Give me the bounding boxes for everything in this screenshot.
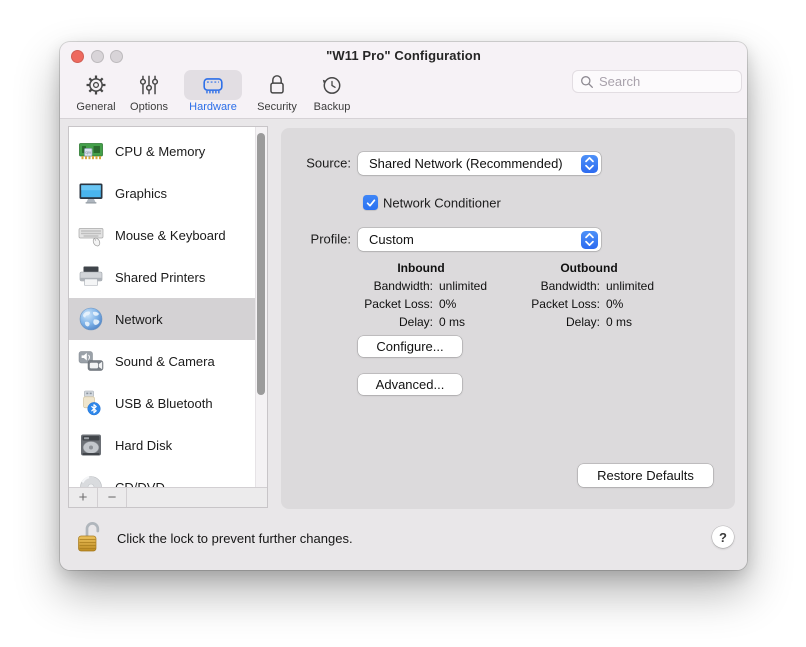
sidebar-item-label: Sound & Camera bbox=[115, 354, 215, 369]
sidebar-item-label: CD/DVD bbox=[115, 480, 165, 488]
sidebar-add-remove-bar: + − bbox=[69, 487, 267, 507]
profile-label: Profile: bbox=[311, 232, 351, 247]
network-conditioner-checkbox[interactable] bbox=[363, 195, 378, 210]
sidebar-item-usb-bluetooth[interactable]: USB & Bluetooth bbox=[69, 382, 256, 424]
sidebar-scrollbar-thumb[interactable] bbox=[257, 133, 265, 395]
stat-value: 0 ms bbox=[439, 315, 487, 329]
keyboard-mouse-icon bbox=[78, 222, 104, 248]
configuration-window: "W11 Pro" Configuration G bbox=[60, 42, 747, 570]
sidebar-scrollbar-track[interactable] bbox=[255, 127, 267, 487]
screenshot-stage: "W11 Pro" Configuration G bbox=[0, 0, 806, 647]
sidebar-item-label: Graphics bbox=[115, 186, 167, 201]
globe-icon bbox=[78, 306, 104, 332]
hardware-sidebar: cpu CPU & Memory bbox=[68, 126, 268, 508]
stat-value: 0% bbox=[439, 297, 487, 311]
sidebar-item-label: Shared Printers bbox=[115, 270, 205, 285]
tab-hardware-label: Hardware bbox=[189, 101, 237, 113]
sidebar-item-label: USB & Bluetooth bbox=[115, 396, 213, 411]
ram-icon: cpu bbox=[78, 138, 104, 164]
sidebar-item-shared-printers[interactable]: Shared Printers bbox=[69, 256, 256, 298]
stat-label: Packet Loss: bbox=[349, 297, 433, 311]
sidebar-item-graphics[interactable]: Graphics bbox=[69, 172, 256, 214]
stat-label: Bandwidth: bbox=[516, 279, 600, 293]
disc-icon bbox=[78, 474, 104, 487]
check-icon bbox=[365, 197, 377, 209]
monitor-icon bbox=[78, 180, 104, 206]
printer-icon bbox=[78, 264, 104, 290]
profile-dropdown[interactable]: Custom bbox=[358, 228, 601, 251]
time-machine-icon bbox=[300, 70, 364, 100]
search-field[interactable] bbox=[572, 70, 742, 93]
tab-backup-label: Backup bbox=[314, 101, 351, 113]
help-button[interactable]: ? bbox=[712, 526, 734, 548]
window-chrome: "W11 Pro" Configuration G bbox=[60, 42, 747, 119]
source-value: Shared Network (Recommended) bbox=[369, 156, 563, 171]
svg-text:cpu: cpu bbox=[85, 150, 91, 154]
hard-disk-icon bbox=[78, 432, 104, 458]
tab-backup[interactable]: Backup bbox=[300, 70, 364, 116]
tab-security-label: Security bbox=[257, 101, 297, 113]
stat-label: Packet Loss: bbox=[516, 297, 600, 311]
lock-hint-text: Click the lock to prevent further change… bbox=[117, 531, 353, 546]
source-label: Source: bbox=[306, 156, 351, 171]
stepper-icon bbox=[581, 231, 598, 249]
source-dropdown[interactable]: Shared Network (Recommended) bbox=[358, 152, 601, 175]
sidebar-item-label: CPU & Memory bbox=[115, 144, 205, 159]
outbound-header: Outbound bbox=[560, 261, 617, 275]
sidebar-item-cpu-memory[interactable]: cpu CPU & Memory bbox=[69, 130, 256, 172]
stat-value: 0% bbox=[606, 297, 654, 311]
stat-value: unlimited bbox=[606, 279, 654, 293]
inbound-header: Inbound bbox=[397, 261, 444, 275]
sidebar-item-mouse-keyboard[interactable]: Mouse & Keyboard bbox=[69, 214, 256, 256]
sidebar-item-network[interactable]: Network bbox=[69, 298, 256, 340]
sidebar-item-label: Network bbox=[115, 312, 163, 327]
stat-label: Delay: bbox=[516, 315, 600, 329]
stat-label: Bandwidth: bbox=[349, 279, 433, 293]
configure-button[interactable]: Configure... bbox=[358, 336, 462, 357]
window-title: "W11 Pro" Configuration bbox=[60, 42, 747, 69]
inbound-stats: Bandwidth: unlimited Packet Loss: 0% Del… bbox=[349, 279, 487, 329]
tab-general-label: General bbox=[76, 101, 115, 113]
usb-bluetooth-icon bbox=[78, 390, 104, 416]
tab-options-label: Options bbox=[130, 101, 168, 113]
sidebar-item-label: Mouse & Keyboard bbox=[115, 228, 226, 243]
stat-label: Delay: bbox=[349, 315, 433, 329]
stepper-icon bbox=[581, 155, 598, 173]
outbound-stats: Bandwidth: unlimited Packet Loss: 0% Del… bbox=[516, 279, 654, 329]
tab-options[interactable]: Options bbox=[117, 70, 181, 116]
stat-value: unlimited bbox=[439, 279, 487, 293]
stat-value: 0 ms bbox=[606, 315, 654, 329]
add-device-button[interactable]: + bbox=[69, 488, 98, 507]
network-conditioner-label: Network Conditioner bbox=[383, 196, 501, 211]
advanced-button[interactable]: Advanced... bbox=[358, 374, 462, 395]
speaker-camera-icon bbox=[78, 348, 104, 374]
unlock-padlock-icon[interactable] bbox=[77, 517, 103, 557]
sidebar-item-cd-dvd[interactable]: CD/DVD bbox=[69, 466, 256, 487]
network-settings-panel: Source: Shared Network (Recommended) bbox=[281, 128, 735, 509]
sidebar-item-sound-camera[interactable]: Sound & Camera bbox=[69, 340, 256, 382]
sliders-icon bbox=[117, 70, 181, 100]
remove-device-button[interactable]: − bbox=[98, 488, 127, 507]
profile-value: Custom bbox=[369, 232, 414, 247]
sidebar-item-label: Hard Disk bbox=[115, 438, 172, 453]
content-area: cpu CPU & Memory bbox=[60, 120, 747, 570]
restore-defaults-button[interactable]: Restore Defaults bbox=[578, 464, 713, 487]
tab-hardware[interactable]: Hardware bbox=[181, 70, 245, 116]
search-icon bbox=[580, 75, 594, 89]
sidebar-item-hard-disk[interactable]: Hard Disk bbox=[69, 424, 256, 466]
search-input[interactable] bbox=[599, 74, 734, 89]
chip-icon bbox=[184, 70, 242, 100]
hardware-list: cpu CPU & Memory bbox=[69, 127, 267, 487]
